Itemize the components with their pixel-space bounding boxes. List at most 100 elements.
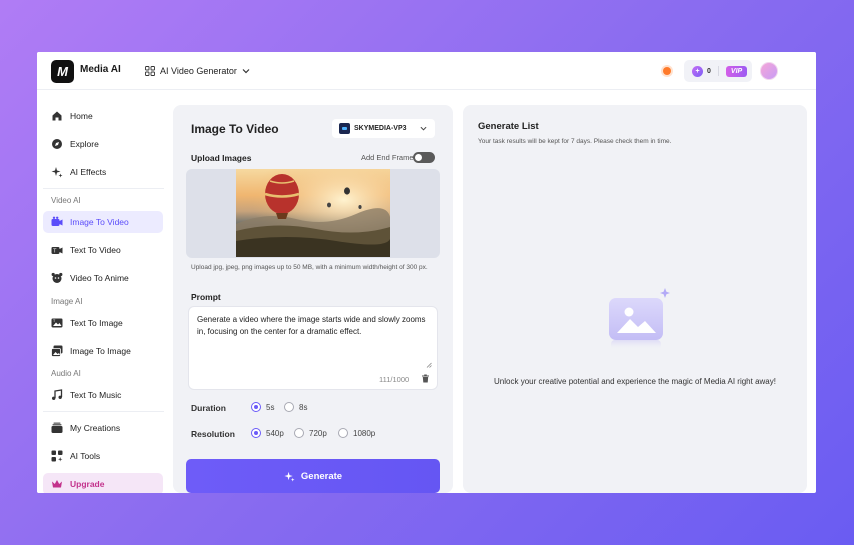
duration-option-5s[interactable]: 5s <box>251 402 274 412</box>
tools-icon <box>51 450 63 462</box>
radio-dot <box>338 428 348 438</box>
upload-label: Upload Images <box>191 153 252 163</box>
sidebar-item-image-to-image[interactable]: Image To Image <box>43 340 163 362</box>
sidebar-item-label: Image To Video <box>70 217 129 227</box>
sidebar-item-label: AI Tools <box>70 451 101 461</box>
upload-help-text: Upload jpg, jpeg, png images up to 50 MB… <box>191 264 428 271</box>
vip-badge[interactable]: VIP <box>725 65 748 77</box>
sidebar-item-video-to-anime[interactable]: Video To Anime <box>43 267 163 289</box>
generate-list-subtitle: Your task results will be kept for 7 day… <box>478 138 672 145</box>
upload-dropzone[interactable] <box>186 169 440 258</box>
model-select[interactable]: SKYMEDIA-VP3 <box>332 119 435 138</box>
text-image-icon: T <box>51 318 63 328</box>
text-video-icon: T <box>51 247 63 255</box>
credits-badge[interactable]: + 0 VIP <box>684 60 752 82</box>
end-frame-label: Add End Frame <box>361 153 414 162</box>
sidebar-item-label: Text To Video <box>70 245 121 255</box>
tool-switcher[interactable]: AI Video Generator <box>145 64 250 78</box>
sidebar-item-label: Home <box>70 111 93 121</box>
prompt-label: Prompt <box>191 292 221 302</box>
page-title: Image To Video <box>191 122 279 136</box>
sidebar-item-my-creations[interactable]: My Creations <box>43 417 163 439</box>
app-window: M Media AI AI Video Generator + 0 VIP Ho… <box>37 52 816 493</box>
radio-label: 540p <box>266 428 284 438</box>
generate-button[interactable]: Generate <box>186 459 440 493</box>
generator-panel: Image To Video SKYMEDIA-VP3 Upload Image… <box>173 105 453 493</box>
sidebar-item-label: My Creations <box>70 423 121 433</box>
radio-label: 720p <box>309 428 327 438</box>
radio-dot <box>251 428 261 438</box>
app-name: Media AI <box>80 64 121 75</box>
radio-label: 8s <box>299 402 308 412</box>
generate-list-title: Generate List <box>478 121 539 132</box>
char-count: 111/1000 <box>379 375 410 384</box>
radio-label: 1080p <box>353 428 376 438</box>
empty-image-icon <box>609 288 670 350</box>
tool-name: AI Video Generator <box>160 66 237 76</box>
radio-dot <box>294 428 304 438</box>
sidebar-item-ai-tools[interactable]: AI Tools <box>43 445 163 467</box>
generate-list-panel: Generate List Your task results will be … <box>463 105 807 493</box>
uploaded-image-thumbnail[interactable] <box>236 169 390 257</box>
sidebar-item-text-to-video[interactable]: T Text To Video <box>43 239 163 261</box>
resolution-option-720p[interactable]: 720p <box>294 428 327 438</box>
sidebar-item-label: Text To Music <box>70 390 122 400</box>
model-name: SKYMEDIA-VP3 <box>354 125 407 132</box>
section-label-audio: Audio AI <box>51 369 81 378</box>
grid-icon <box>145 66 155 76</box>
home-icon <box>52 111 62 121</box>
sidebar-item-label: Text To Image <box>70 318 123 328</box>
trash-icon[interactable] <box>421 374 430 383</box>
image-video-icon <box>51 216 63 226</box>
prompt-text: Generate a video where the image starts … <box>197 315 426 336</box>
sidebar-item-ai-effects[interactable]: AI Effects <box>43 161 163 183</box>
notification-dot[interactable] <box>663 67 671 75</box>
balloon-photo <box>236 169 390 257</box>
section-label-image: Image AI <box>51 297 83 306</box>
sidebar-item-home[interactable]: Home <box>43 105 163 127</box>
music-icon <box>52 389 63 400</box>
radio-dot <box>251 402 261 412</box>
credits-count: 0 <box>707 67 711 75</box>
gem-icon: + <box>692 65 703 77</box>
sidebar-item-label: Video To Anime <box>70 273 129 283</box>
resize-handle-icon[interactable] <box>426 362 432 368</box>
sidebar: Home Explore AI Effects Video AI Image T… <box>37 90 169 493</box>
resolution-label: Resolution <box>191 429 235 439</box>
sidebar-item-text-to-music[interactable]: Text To Music <box>43 384 163 406</box>
prompt-textarea[interactable]: Generate a video where the image starts … <box>188 306 438 390</box>
sidebar-item-image-to-video[interactable]: Image To Video <box>43 211 163 233</box>
sidebar-item-label: Upgrade <box>70 479 105 489</box>
duration-option-8s[interactable]: 8s <box>284 402 307 412</box>
sparkle-icon <box>51 167 63 178</box>
app-logo[interactable]: M <box>51 60 74 83</box>
top-bar: M Media AI AI Video Generator + 0 VIP <box>37 52 816 90</box>
anime-icon <box>51 272 63 283</box>
chevron-down-icon <box>242 69 250 74</box>
chevron-down-icon <box>420 126 427 131</box>
resolution-option-540p[interactable]: 540p <box>251 428 284 438</box>
radio-label: 5s <box>266 402 275 412</box>
radio-dot <box>284 402 294 412</box>
sidebar-item-explore[interactable]: Explore <box>43 133 163 155</box>
empty-state-text: Unlock your creative potential and exper… <box>494 377 776 386</box>
duration-label: Duration <box>191 403 226 413</box>
credits-divider <box>717 66 719 76</box>
sidebar-divider <box>43 411 164 412</box>
sidebar-item-label: AI Effects <box>70 167 107 177</box>
end-frame-toggle[interactable] <box>413 152 435 163</box>
sidebar-item-upgrade[interactable]: Upgrade <box>43 473 163 493</box>
compass-icon <box>52 139 62 149</box>
sidebar-item-text-to-image[interactable]: T Text To Image <box>43 312 163 334</box>
avatar[interactable] <box>760 62 778 80</box>
model-logo-icon <box>339 123 350 134</box>
sidebar-item-label: Explore <box>70 139 99 149</box>
section-label-video: Video AI <box>51 196 81 205</box>
image-image-icon <box>51 345 63 357</box>
crown-icon <box>52 480 62 488</box>
sparkle-icon <box>284 471 295 482</box>
generate-label: Generate <box>300 470 343 482</box>
sidebar-divider <box>43 188 164 189</box>
creations-icon <box>51 422 63 433</box>
resolution-option-1080p[interactable]: 1080p <box>338 428 375 438</box>
